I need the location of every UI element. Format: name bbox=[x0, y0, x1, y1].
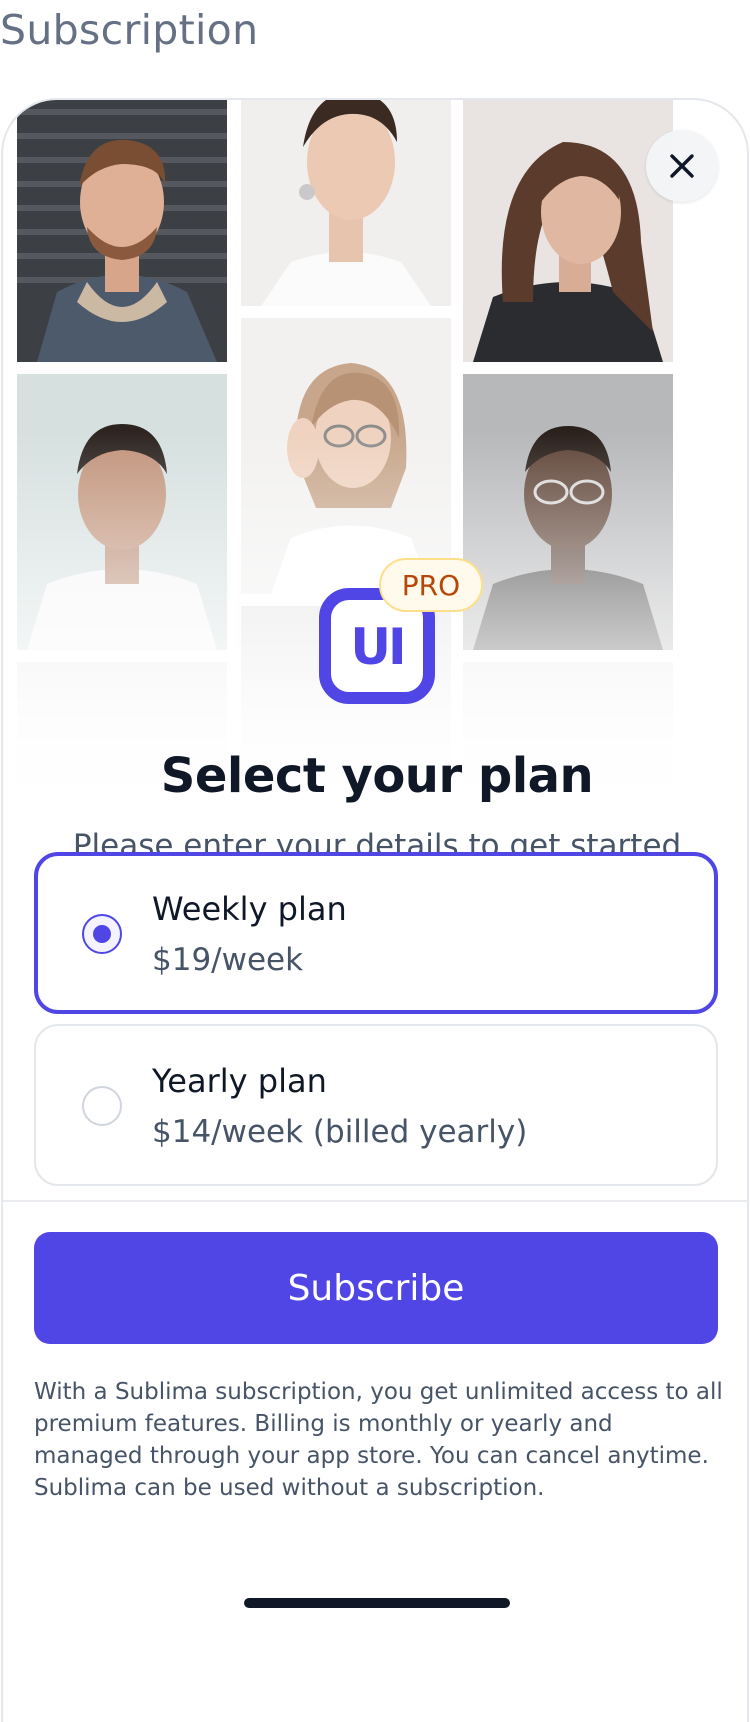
logo-text: UI bbox=[350, 618, 406, 676]
radio-button-selected[interactable] bbox=[82, 914, 122, 954]
plan-price: $14/week (billed yearly) bbox=[152, 1114, 528, 1150]
plan-option-weekly[interactable]: Weekly plan $19/week bbox=[34, 852, 718, 1014]
subscribe-button[interactable]: Subscribe bbox=[34, 1232, 718, 1344]
pro-badge: PRO bbox=[379, 558, 483, 612]
plan-name: Weekly plan bbox=[152, 890, 347, 928]
plan-price: $19/week bbox=[152, 942, 304, 978]
close-icon bbox=[670, 154, 694, 178]
paywall-screen: UI PRO Select your plan Please enter you… bbox=[1, 98, 749, 1722]
portrait-photo bbox=[17, 100, 227, 362]
plan-name: Yearly plan bbox=[152, 1062, 327, 1100]
plan-option-yearly[interactable]: Yearly plan $14/week (billed yearly) bbox=[34, 1024, 718, 1186]
portrait-photo bbox=[241, 318, 451, 594]
plan-heading: Select your plan bbox=[160, 748, 594, 804]
legal-text: With a Sublima subscription, you get unl… bbox=[34, 1379, 723, 1501]
portrait-photo bbox=[241, 100, 451, 306]
radio-dot bbox=[93, 925, 111, 943]
portrait-photo bbox=[17, 374, 227, 650]
close-button[interactable] bbox=[646, 130, 718, 202]
portrait-photo bbox=[463, 100, 673, 362]
portrait-photo bbox=[463, 374, 673, 650]
divider bbox=[3, 1200, 747, 1202]
app-logo: UI PRO bbox=[319, 558, 487, 718]
home-indicator bbox=[244, 1598, 510, 1608]
radio-button[interactable] bbox=[82, 1086, 122, 1126]
page-title: Subscription bbox=[0, 6, 259, 54]
